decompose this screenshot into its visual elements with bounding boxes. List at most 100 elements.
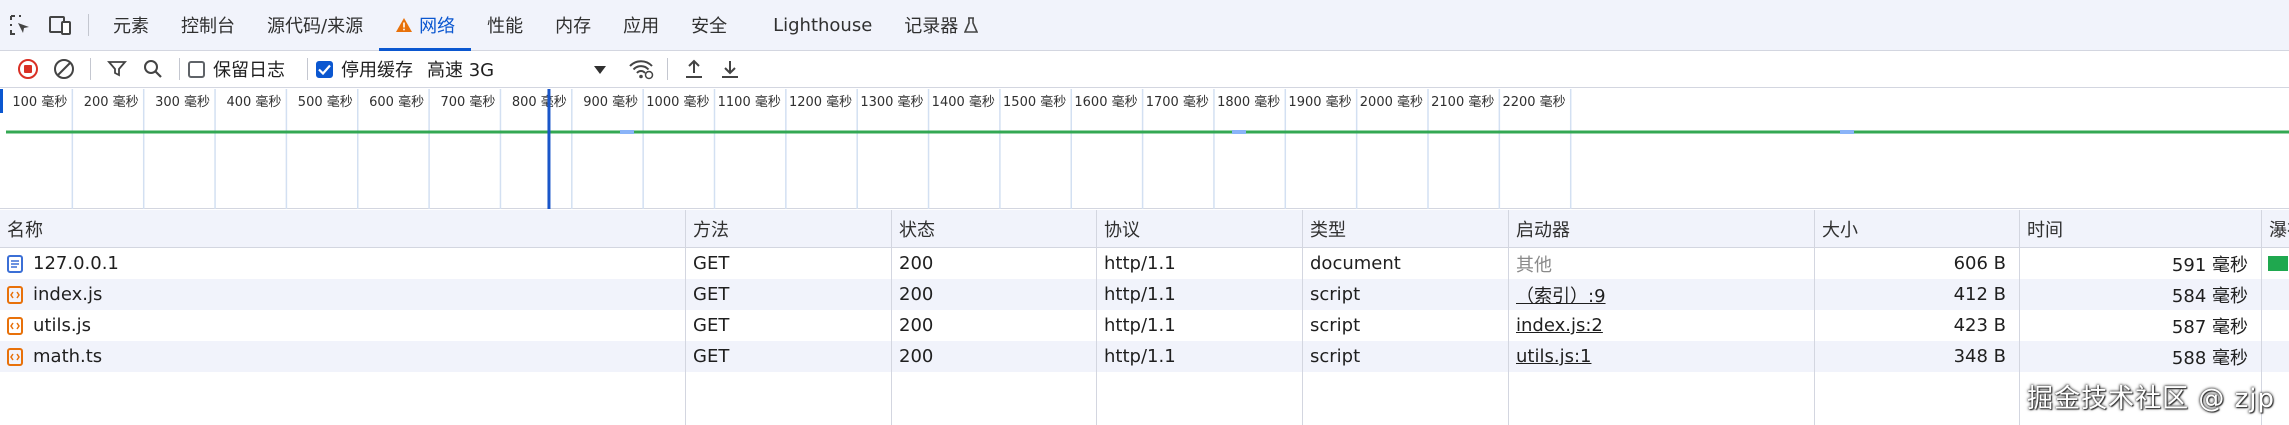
filter-icon[interactable] bbox=[99, 53, 135, 85]
column-divider[interactable] bbox=[1814, 210, 1815, 425]
tab-application[interactable]: 应用 bbox=[607, 0, 675, 50]
cell-type: script bbox=[1310, 315, 1361, 336]
initiator-link[interactable]: utils.js:1 bbox=[1516, 346, 1591, 367]
timeline-tick-label: 700 毫秒 bbox=[440, 94, 495, 110]
timeline-tick-label: 1800 毫秒 bbox=[1217, 94, 1280, 110]
cell-name[interactable]: math.ts bbox=[0, 341, 686, 372]
header-col-time[interactable]: 时间 bbox=[2020, 210, 2262, 248]
cell-method: GET bbox=[693, 315, 730, 336]
throttling-select[interactable]: 高速 3G bbox=[427, 56, 607, 82]
table-row[interactable]: index.js GET 200 http/1.1 script （索引）:9 412 B 5… bbox=[0, 279, 2289, 310]
document-icon bbox=[7, 254, 23, 273]
network-request-table: 名称方法状态协议类型启动器大小时间瀑布 127.0.0.1 GET 200 http/… bbox=[0, 210, 2289, 425]
search-icon[interactable] bbox=[135, 53, 171, 85]
cell-type: script bbox=[1310, 284, 1361, 305]
tab-performance[interactable]: 性能 bbox=[471, 0, 539, 50]
header-col-waterfall[interactable]: 瀑布 bbox=[2262, 210, 2289, 248]
timeline-tick-label: 1900 毫秒 bbox=[1288, 94, 1351, 110]
flask-icon bbox=[964, 17, 979, 33]
timeline-tick-label: 400 毫秒 bbox=[226, 94, 281, 110]
header-col-type[interactable]: 类型 bbox=[1303, 210, 1509, 248]
tab-lighthouse[interactable]: Lighthouse bbox=[757, 0, 888, 50]
tab-network[interactable]: 网络 bbox=[379, 0, 472, 51]
clear-button[interactable] bbox=[46, 53, 82, 85]
tab-memory[interactable]: 内存 bbox=[539, 0, 607, 50]
stop-recording-button[interactable] bbox=[10, 53, 46, 85]
header-col-size[interactable]: 大小 bbox=[1815, 210, 2020, 248]
timeline-tick-label: 1400 毫秒 bbox=[932, 94, 995, 110]
checkbox-unchecked[interactable] bbox=[188, 60, 205, 78]
network-conditions-icon[interactable] bbox=[623, 53, 659, 85]
timeline-tick-label: 600 毫秒 bbox=[369, 94, 424, 110]
cell-initiator: 其他 bbox=[1516, 254, 1552, 276]
timeline-chart: 100 毫秒 200 毫秒 300 毫秒 400 毫秒 500 毫秒 600 毫秒 700 … bbox=[0, 89, 2289, 209]
export-har-icon[interactable] bbox=[712, 53, 748, 85]
cell-time: 587 毫秒 bbox=[2171, 316, 2248, 338]
preserve-log-checkbox[interactable]: 保留日志 bbox=[188, 56, 285, 82]
toolbar-separator bbox=[179, 58, 180, 80]
timeline-start-marker bbox=[0, 89, 3, 113]
timeline-tick-label: 1100 毫秒 bbox=[718, 94, 781, 110]
tab-console[interactable]: 控制台 bbox=[165, 0, 251, 50]
timeline-request-marker bbox=[620, 130, 634, 134]
tab-security[interactable]: 安全 bbox=[675, 0, 743, 50]
tabbar-separator bbox=[88, 14, 89, 36]
table-row[interactable]: math.ts GET 200 http/1.1 script utils.js:1 348… bbox=[0, 341, 2289, 372]
dropdown-arrow-icon bbox=[593, 59, 607, 80]
tab-elements[interactable]: 元素 bbox=[97, 0, 165, 50]
column-divider[interactable] bbox=[2019, 210, 2020, 425]
header-col-initiator[interactable]: 启动器 bbox=[1509, 210, 1815, 248]
cell-initiator[interactable]: index.js:2 bbox=[1509, 310, 1815, 341]
initiator-link[interactable]: （索引）:9 bbox=[1516, 282, 1606, 308]
cell-status: 200 bbox=[899, 284, 934, 305]
waterfall-bar bbox=[2268, 256, 2288, 271]
cell-initiator[interactable]: （索引）:9 bbox=[1509, 279, 1815, 310]
cell-name[interactable]: utils.js bbox=[0, 310, 686, 341]
cell-size: 423 B bbox=[1953, 315, 2006, 336]
script-icon bbox=[7, 316, 23, 335]
warning-icon bbox=[395, 17, 413, 33]
timeline-tick-label: 2200 毫秒 bbox=[1502, 94, 1565, 110]
initiator-link[interactable]: index.js:2 bbox=[1516, 315, 1603, 336]
toolbar-separator bbox=[667, 58, 668, 80]
cell-name[interactable]: 127.0.0.1 bbox=[0, 248, 686, 279]
cell-type: script bbox=[1310, 346, 1361, 367]
tab-recorder[interactable]: 记录器 bbox=[888, 0, 994, 50]
column-divider[interactable] bbox=[1302, 210, 1303, 425]
column-divider[interactable] bbox=[891, 210, 892, 425]
header-col-protocol[interactable]: 协议 bbox=[1097, 210, 1303, 248]
cell-size: 412 B bbox=[1953, 284, 2006, 305]
cell-time: 591 毫秒 bbox=[2171, 254, 2248, 276]
import-har-icon[interactable] bbox=[676, 53, 712, 85]
script-icon bbox=[7, 285, 23, 304]
disable-cache-checkbox[interactable]: 停用缓存 bbox=[316, 56, 413, 82]
cell-name[interactable]: index.js bbox=[0, 279, 686, 310]
column-divider[interactable] bbox=[1508, 210, 1509, 425]
cell-type: document bbox=[1310, 253, 1401, 274]
timeline-tick-label: 1200 毫秒 bbox=[789, 94, 852, 110]
column-divider[interactable] bbox=[685, 210, 686, 425]
timeline-request-marker bbox=[1840, 130, 1854, 134]
cell-time: 584 毫秒 bbox=[2171, 285, 2248, 307]
checkbox-checked[interactable] bbox=[316, 60, 333, 78]
inspect-element-icon[interactable] bbox=[0, 0, 40, 50]
header-col-status[interactable]: 状态 bbox=[892, 210, 1097, 248]
cell-size: 606 B bbox=[1953, 253, 2006, 274]
cell-initiator[interactable]: utils.js:1 bbox=[1509, 341, 1815, 372]
cell-method: GET bbox=[693, 253, 730, 274]
table-row[interactable]: utils.js GET 200 http/1.1 script index.js:2 42… bbox=[0, 310, 2289, 341]
device-toolbar-icon[interactable] bbox=[40, 0, 80, 50]
table-row[interactable]: 127.0.0.1 GET 200 http/1.1 document 其他 606 B 59… bbox=[0, 248, 2289, 279]
header-col-method[interactable]: 方法 bbox=[686, 210, 892, 248]
request-name: index.js bbox=[33, 284, 103, 305]
column-divider[interactable] bbox=[1096, 210, 1097, 425]
watermark: 掘金技术社区 @ zjp bbox=[2027, 384, 2275, 414]
header-col-name[interactable]: 名称 bbox=[0, 210, 686, 248]
timeline-tick-label: 900 毫秒 bbox=[583, 94, 638, 110]
timeline-tick-label: 1600 毫秒 bbox=[1074, 94, 1137, 110]
cell-protocol: http/1.1 bbox=[1104, 346, 1176, 367]
timeline-tick-label: 1700 毫秒 bbox=[1146, 94, 1209, 110]
network-overview-timeline[interactable]: 100 毫秒 200 毫秒 300 毫秒 400 毫秒 500 毫秒 600 毫秒 700 … bbox=[0, 89, 2289, 209]
script-icon bbox=[7, 347, 23, 366]
tab-sources[interactable]: 源代码/来源 bbox=[251, 0, 379, 50]
